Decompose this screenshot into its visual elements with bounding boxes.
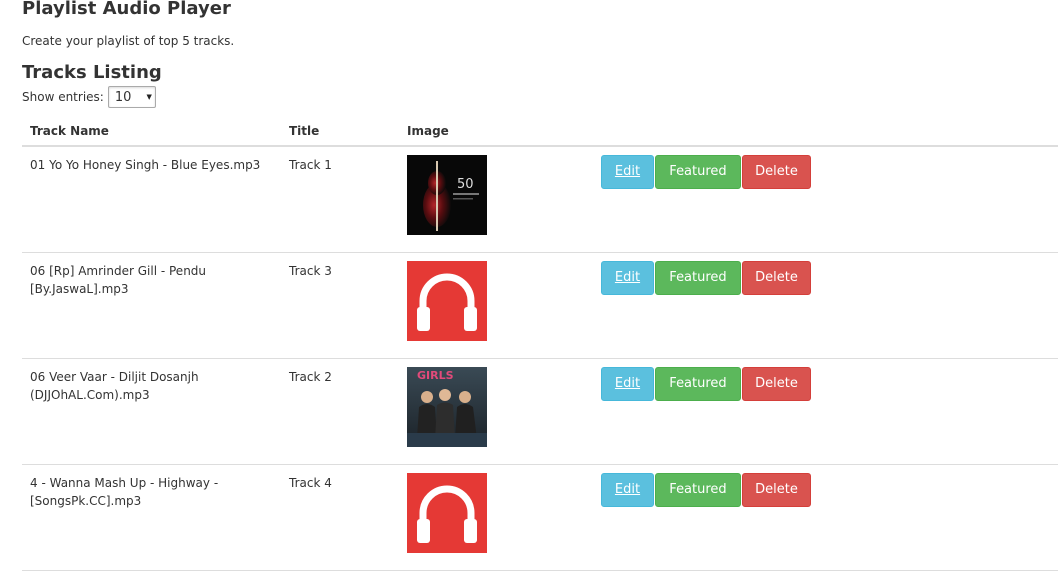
chevron-down-icon: ▼ (146, 93, 152, 101)
headphones-icon (407, 473, 487, 553)
column-header-track-name: Track Name (22, 116, 281, 147)
edit-button[interactable]: Edit (601, 155, 654, 189)
track-name-cell: 06 [Rp] Amrinder Gill - Pendu [By.JaswaL… (22, 252, 281, 359)
column-header-actions (593, 116, 1058, 147)
page-subtitle: Create your playlist of top 5 tracks. (22, 34, 235, 48)
delete-button[interactable]: Delete (742, 473, 811, 507)
track-name-cell: 01 Yo Yo Honey Singh - Blue Eyes.mp3 (22, 146, 281, 253)
entries-select[interactable]: 10 ▼ (107, 86, 156, 108)
track-title-cell: Track 2 (281, 358, 399, 465)
delete-button[interactable]: Delete (742, 261, 811, 295)
featured-button[interactable]: Featured (655, 367, 741, 401)
track-title-cell: Track 3 (281, 252, 399, 359)
tracks-table: Track Name Title Image 01 Yo Yo Honey Si… (22, 116, 1058, 571)
table-row: 06 [Rp] Amrinder Gill - Pendu [By.JaswaL… (22, 252, 1058, 359)
featured-button[interactable]: Featured (655, 155, 741, 189)
track-image-cell: 50 (399, 146, 593, 253)
track-actions-cell: Edit Featured Delete (593, 464, 1058, 571)
featured-button[interactable]: Featured (655, 261, 741, 295)
edit-button[interactable]: Edit (601, 367, 654, 401)
show-entries-label: Show entries: (22, 90, 104, 104)
table-row: 01 Yo Yo Honey Singh - Blue Eyes.mp3 Tra… (22, 146, 1058, 253)
track-name-cell: 4 - Wanna Mash Up - Highway - [SongsPk.C… (22, 464, 281, 571)
column-header-title: Title (281, 116, 399, 147)
track-image-cell: GIRLS (399, 358, 593, 465)
track-actions-cell: Edit Featured Delete (593, 146, 1058, 253)
delete-button[interactable]: Delete (742, 155, 811, 189)
entries-select-value: 10 (114, 89, 132, 105)
track-actions-cell: Edit Featured Delete (593, 252, 1058, 359)
svg-text:GIRLS: GIRLS (417, 369, 454, 382)
headphones-icon (407, 261, 487, 341)
featured-button[interactable]: Featured (655, 473, 741, 507)
column-header-image: Image (399, 116, 593, 147)
track-image-cell (399, 464, 593, 571)
track-name-cell: 06 Veer Vaar - Diljit Dosanjh (DJJOhAL.C… (22, 358, 281, 465)
track-actions-cell: Edit Featured Delete (593, 358, 1058, 465)
track-image-cell (399, 252, 593, 359)
album-cover-image: 50 (407, 155, 487, 235)
table-header-row: Track Name Title Image (22, 116, 1058, 147)
show-entries-control: Show entries: 10 ▼ (22, 86, 156, 108)
track-title-cell: Track 4 (281, 464, 399, 571)
delete-button[interactable]: Delete (742, 367, 811, 401)
album-cover-image: GIRLS (407, 367, 487, 447)
table-row: 06 Veer Vaar - Diljit Dosanjh (DJJOhAL.C… (22, 358, 1058, 465)
track-title-cell: Track 1 (281, 146, 399, 253)
table-row: 4 - Wanna Mash Up - Highway - [SongsPk.C… (22, 464, 1058, 571)
svg-text:50: 50 (457, 177, 474, 192)
section-title: Tracks Listing (22, 62, 162, 83)
edit-button[interactable]: Edit (601, 261, 654, 295)
page-title: Playlist Audio Player (22, 0, 231, 19)
edit-button[interactable]: Edit (601, 473, 654, 507)
